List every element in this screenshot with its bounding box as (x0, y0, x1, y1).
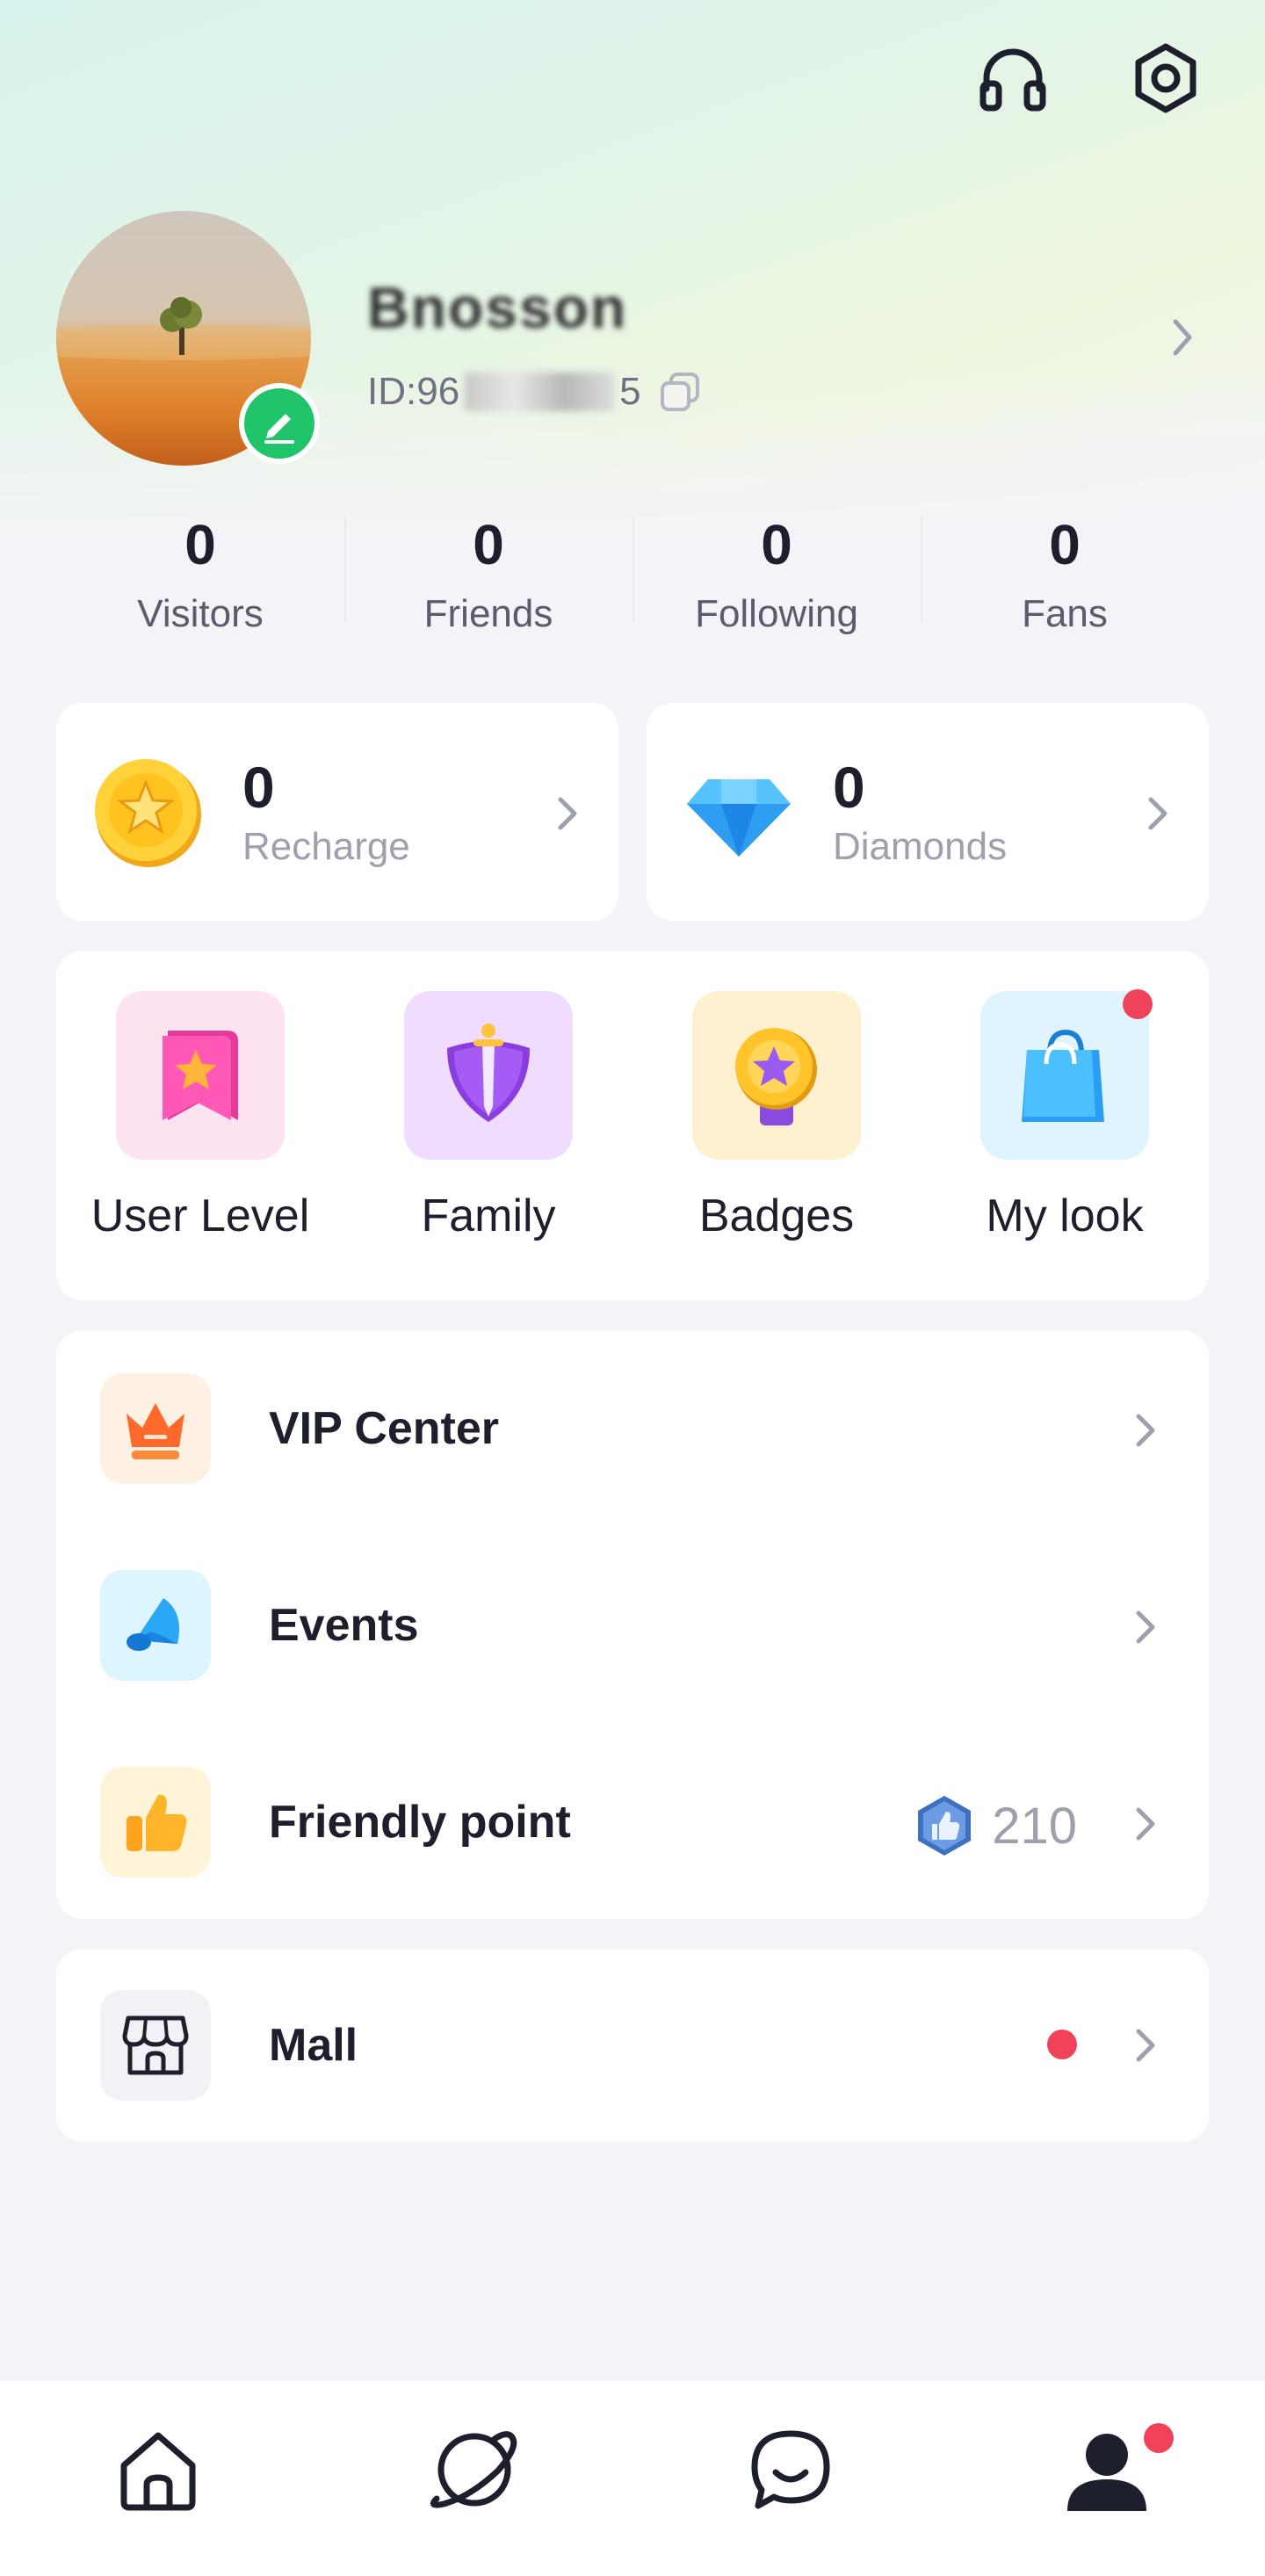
thumbs-up-hexagon-icon (918, 1796, 972, 1856)
chevron-right-icon (1136, 2029, 1155, 2062)
planet-icon (430, 2431, 517, 2508)
stat-fans[interactable]: 0 Fans (921, 510, 1209, 659)
diamonds-card[interactable]: 0 Diamonds (647, 703, 1209, 921)
feature-user-level[interactable]: User Level (56, 991, 344, 1300)
storefront-icon (100, 1990, 211, 2101)
feature-label: Family (421, 1190, 556, 1241)
stat-value: 0 (761, 513, 792, 576)
medal-icon (692, 991, 861, 1160)
feature-label: Badges (698, 1190, 855, 1241)
feature-family[interactable]: Family (344, 991, 632, 1300)
nav-home[interactable] (0, 2381, 316, 2576)
user-icon (1067, 2434, 1146, 2511)
chevron-right-icon (1136, 1807, 1155, 1841)
stat-label: Fans (1022, 592, 1108, 635)
diamond-icon (682, 755, 796, 869)
user-id-redacted (465, 373, 615, 411)
stat-value: 0 (184, 513, 216, 576)
thumbs-up-icon (100, 1767, 211, 1878)
chevron-right-icon (1136, 1610, 1155, 1644)
bottom-navigation (0, 2381, 1265, 2576)
shopping-bag-icon (980, 989, 1153, 1160)
crown-icon (100, 1373, 211, 1484)
menu-label: Events (269, 1600, 419, 1651)
profile-stats: 0 Visitors 0 Friends 0 Following 0 Fans (56, 510, 1209, 659)
user-id: ID:96 5 (367, 367, 705, 416)
menu-item-mall[interactable]: Mall (56, 1949, 1209, 2142)
megaphone-icon (100, 1570, 211, 1681)
settings-button[interactable] (1126, 39, 1205, 118)
diamond-balance: 0 (833, 755, 865, 820)
menu-card: VIP Center Events Friendly point 210 (56, 1330, 1209, 1919)
stat-following[interactable]: 0 Following (632, 510, 921, 659)
gold-coin-icon (91, 755, 206, 869)
chat-icon (751, 2430, 830, 2509)
home-icon (120, 2432, 196, 2511)
nav-explore[interactable] (316, 2381, 632, 2576)
friendly-point-value: 210 (913, 1794, 1077, 1857)
stat-value: 0 (1049, 513, 1081, 576)
feature-my-look[interactable]: My look (921, 989, 1209, 1300)
menu-item-friendly-point[interactable]: Friendly point 210 (56, 1724, 1209, 1921)
level-flag-icon (116, 991, 285, 1160)
profile-chevron-icon[interactable] (1165, 311, 1200, 364)
stat-label: Visitors (137, 592, 264, 635)
customer-service-button[interactable] (973, 39, 1052, 118)
feature-label: My look (986, 1190, 1144, 1241)
mall-card: Mall (56, 1949, 1209, 2142)
chevron-right-icon (1136, 1414, 1155, 1447)
chevron-right-icon (1148, 797, 1167, 830)
pencil-icon (264, 414, 294, 444)
copy-icon[interactable] (655, 367, 705, 416)
menu-label: VIP Center (269, 1403, 500, 1454)
recharge-label: Recharge (242, 825, 410, 868)
gear-icon (1135, 43, 1196, 113)
stat-friends[interactable]: 0 Friends (344, 510, 632, 659)
shield-sword-icon (404, 991, 573, 1160)
friendly-point-number: 210 (992, 1797, 1077, 1855)
diamonds-label: Diamonds (833, 825, 1008, 868)
headset-icon (979, 48, 1046, 112)
user-id-suffix: 5 (619, 370, 641, 413)
stat-label: Friends (423, 592, 553, 635)
notification-dot (1144, 2423, 1174, 2453)
username: Bnosson (367, 275, 628, 340)
stat-value: 0 (473, 513, 504, 576)
edit-profile-button[interactable] (239, 383, 320, 464)
feature-label: User Level (90, 1190, 310, 1241)
features-card: User Level Family Badges My look (56, 951, 1209, 1300)
avatar[interactable] (56, 211, 320, 466)
stat-visitors[interactable]: 0 Visitors (56, 510, 344, 659)
menu-label: Mall (269, 2020, 358, 2071)
chevron-right-icon (558, 797, 577, 830)
menu-label: Friendly point (269, 1797, 571, 1848)
user-id-prefix: ID:96 (367, 370, 460, 413)
nav-messages[interactable] (632, 2381, 949, 2576)
nav-me[interactable] (949, 2381, 1265, 2576)
stat-label: Following (695, 592, 858, 635)
feature-badges[interactable]: Badges (632, 991, 921, 1300)
menu-item-events[interactable]: Events (56, 1527, 1209, 1724)
recharge-card[interactable]: 0 Recharge (56, 703, 618, 921)
notification-dot (1123, 989, 1153, 1019)
menu-item-vip-center[interactable]: VIP Center (56, 1330, 1209, 1527)
coin-balance: 0 (242, 755, 275, 820)
notification-dot (1047, 2030, 1077, 2059)
